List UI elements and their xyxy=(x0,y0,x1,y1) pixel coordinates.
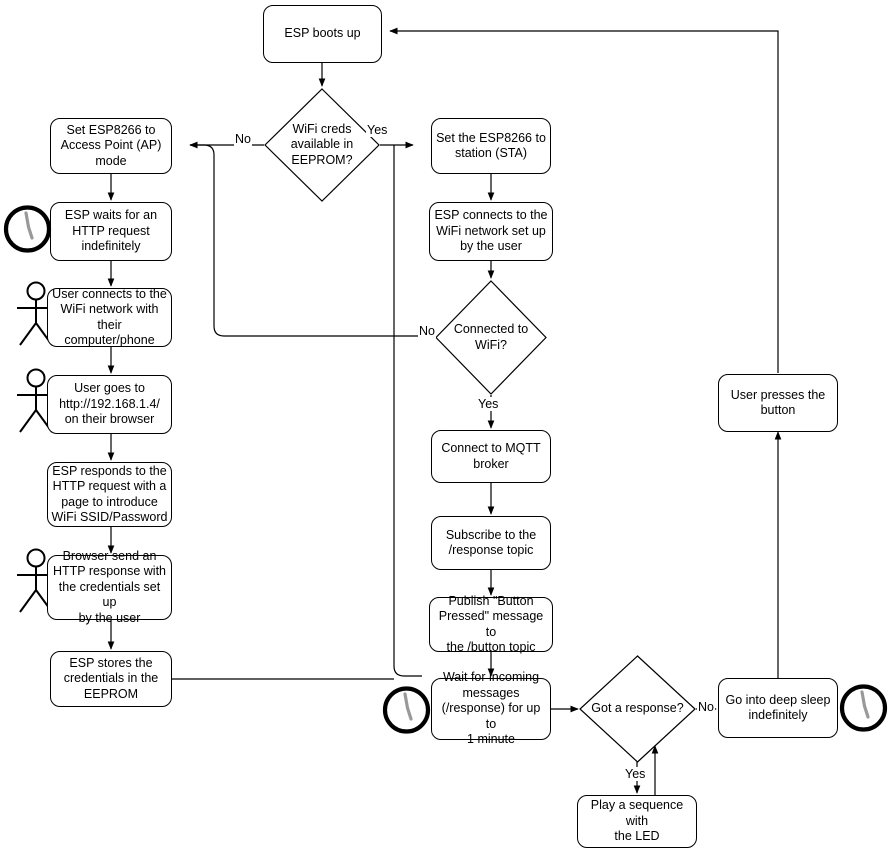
node-label: ESP boots up xyxy=(284,26,361,41)
node-wait-for-incoming-messages[interactable]: Wait for incoming messages (/response) f… xyxy=(431,670,551,746)
node-label: Got a response? xyxy=(591,701,684,716)
node-label: ESP waits for an HTTP request indefinite… xyxy=(64,208,158,254)
node-browser-sends-credentials[interactable]: Browser send an HTTP response with the c… xyxy=(47,549,172,625)
edge-yes-trunk-down xyxy=(393,145,422,677)
node-label: Set ESP8266 to Access Point (AP) mode xyxy=(60,122,162,168)
edge-label-connected-yes: Yes xyxy=(477,397,500,411)
node-label: ESP stores the credentials in the EEPROM xyxy=(63,655,159,701)
edge-label-response-no: No xyxy=(697,700,715,714)
node-label: Wait for incoming messages (/response) f… xyxy=(441,670,541,747)
node-connect-mqtt-broker[interactable]: Connect to MQTT broker xyxy=(431,430,551,483)
node-play-sequence-with-led[interactable]: Play a sequence with the LED xyxy=(577,795,697,848)
node-set-access-point-mode[interactable]: Set ESP8266 to Access Point (AP) mode xyxy=(50,118,172,174)
node-label: ESP responds to the HTTP request with a … xyxy=(51,463,168,525)
node-esp-connects-wifi[interactable]: ESP connects to the WiFi network set up … xyxy=(429,202,553,261)
node-publish-button-topic[interactable]: Publish "Button Pressed" message to the … xyxy=(429,594,553,654)
node-user-presses-the-button[interactable]: User presses the button xyxy=(718,374,838,432)
node-label: Connected to WiFi? xyxy=(453,322,529,352)
node-label: Set the ESP8266 to station (STA) xyxy=(436,130,546,161)
node-esp-responds-http[interactable]: ESP responds to the HTTP request with a … xyxy=(47,462,172,527)
node-esp-boots-up[interactable]: ESP boots up xyxy=(263,5,382,63)
flowchart-canvas: ESP boots up WiFi creds available in EEP… xyxy=(0,0,889,853)
node-set-station-mode[interactable]: Set the ESP8266 to station (STA) xyxy=(431,118,551,174)
node-user-connects-wifi[interactable]: User connects to the WiFi network with t… xyxy=(47,286,172,348)
node-label: User presses the button xyxy=(730,387,826,418)
node-go-into-deep-sleep[interactable]: Go into deep sleep indefinitely xyxy=(718,678,838,738)
node-label: Play a sequence with the LED xyxy=(590,798,684,844)
node-label: ESP connects to the WiFi network set up … xyxy=(434,208,548,254)
node-label: Publish "Button Pressed" message to the … xyxy=(438,593,544,655)
clock-icon xyxy=(839,682,888,739)
node-label: User goes to http://192.168.1.4/ on thei… xyxy=(59,381,160,427)
edge-label-creds-yes: Yes xyxy=(366,123,389,137)
edge-label-connected-no: No xyxy=(418,324,436,338)
node-subscribe-response-topic[interactable]: Subscribe to the /response topic xyxy=(431,516,551,570)
node-esp-waits-http-request[interactable]: ESP waits for an HTTP request indefinite… xyxy=(50,202,172,261)
node-label: Browser send an HTTP response with the c… xyxy=(52,548,166,625)
node-label: Connect to MQTT broker xyxy=(441,441,541,471)
node-user-goes-to-url[interactable]: User goes to http://192.168.1.4/ on thei… xyxy=(47,375,172,434)
node-label: Subscribe to the /response topic xyxy=(445,527,537,558)
node-got-a-response-decision[interactable]: Got a response? xyxy=(579,655,696,763)
edge-label-response-yes: Yes xyxy=(624,767,647,781)
node-label: User connects to the WiFi network with t… xyxy=(52,286,167,348)
clock-icon xyxy=(382,684,431,741)
node-connected-to-wifi-decision[interactable]: Connected to WiFi? xyxy=(435,280,547,395)
clock-icon xyxy=(3,203,52,260)
node-label: WiFi creds available in EEPROM? xyxy=(290,121,354,167)
edge-label-creds-no: No xyxy=(234,132,252,146)
node-label: Go into deep sleep indefinitely xyxy=(725,692,831,723)
node-wifi-creds-decision[interactable]: WiFi creds available in EEPROM? xyxy=(264,88,380,202)
node-esp-stores-credentials[interactable]: ESP stores the credentials in the EEPROM xyxy=(50,651,172,707)
